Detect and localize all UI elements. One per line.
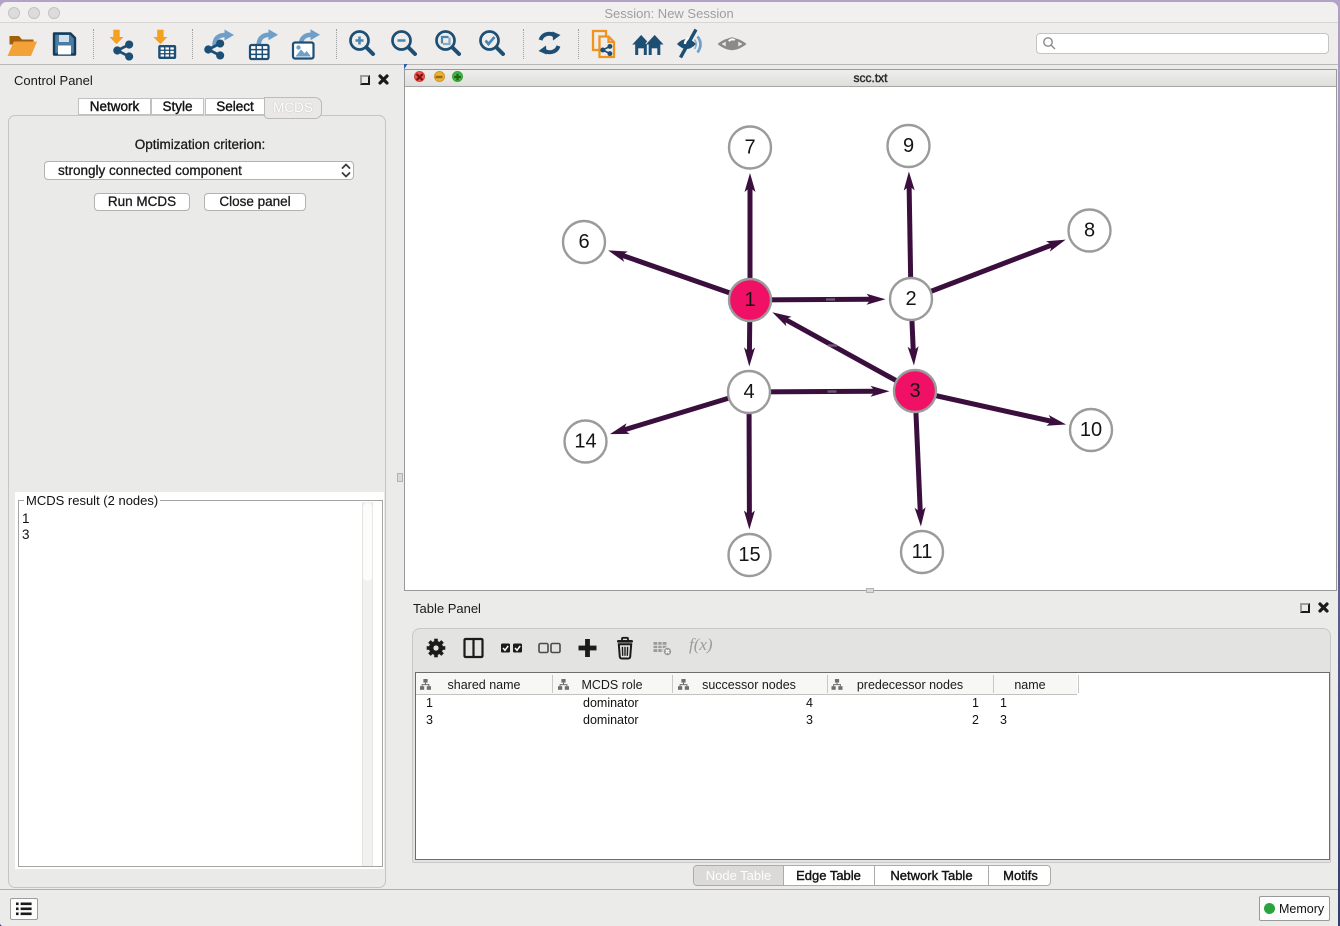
- svg-text:1: 1: [744, 289, 755, 311]
- svg-text:2: 2: [905, 288, 916, 310]
- svg-text:7: 7: [744, 137, 755, 159]
- svg-text:9: 9: [903, 135, 914, 157]
- svg-text:15: 15: [738, 544, 760, 566]
- svg-text:6: 6: [578, 231, 589, 253]
- svg-text:8: 8: [1084, 220, 1095, 242]
- svg-text:11: 11: [912, 541, 933, 563]
- svg-text:10: 10: [1080, 419, 1102, 441]
- svg-text:4: 4: [743, 381, 754, 403]
- svg-text:14: 14: [574, 431, 596, 453]
- svg-text:3: 3: [909, 380, 920, 402]
